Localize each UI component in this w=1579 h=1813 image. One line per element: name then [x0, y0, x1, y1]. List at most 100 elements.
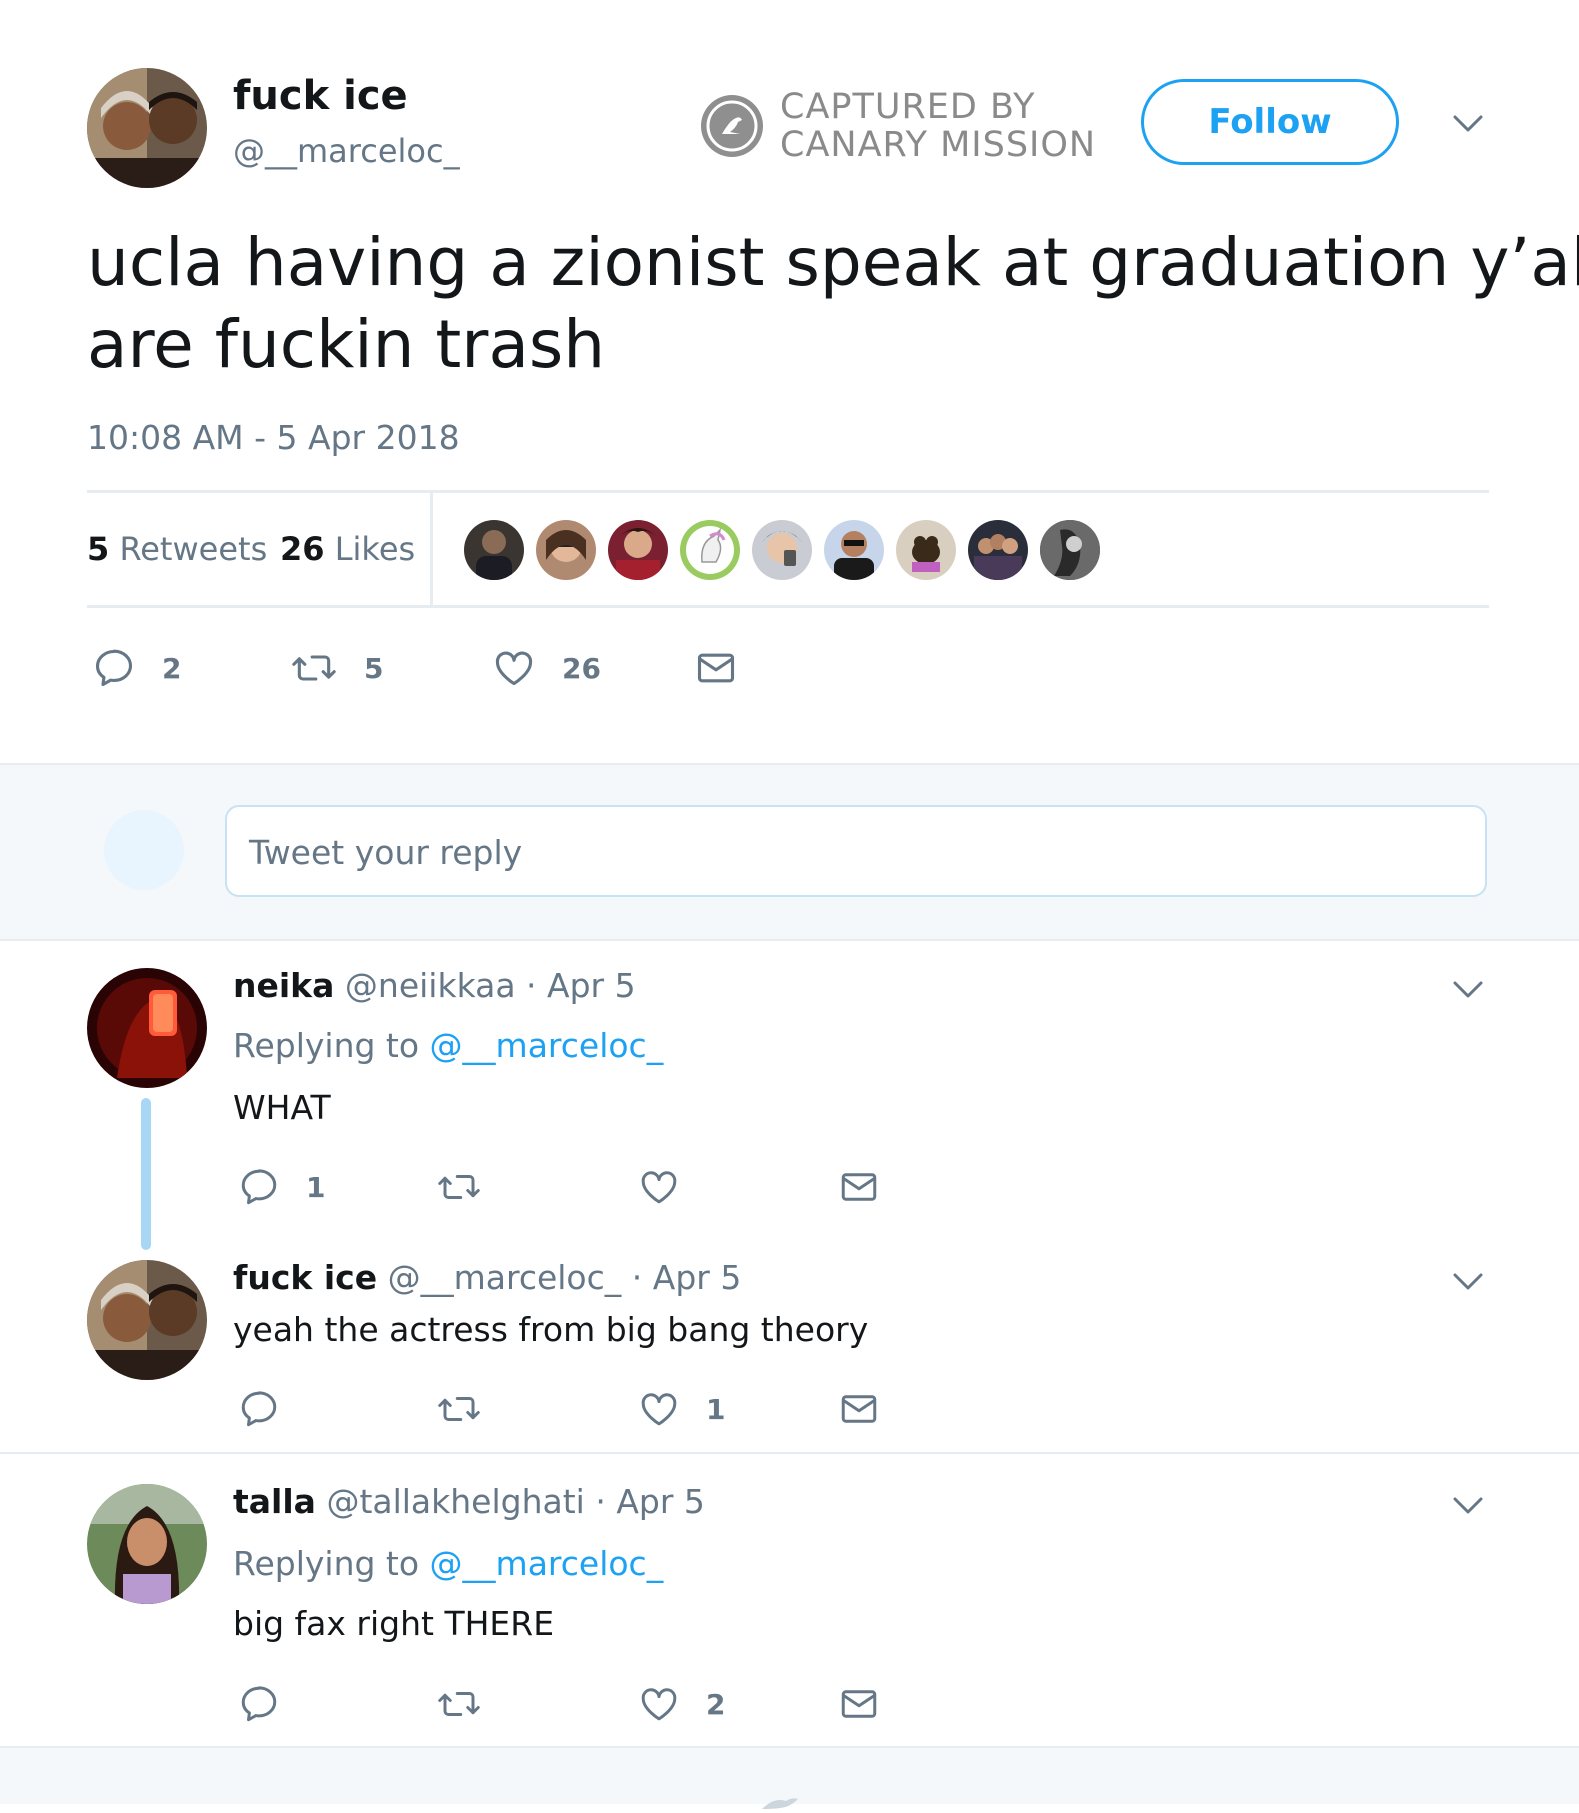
envelope-icon — [694, 646, 738, 690]
reply-input-placeholder: Tweet your reply — [249, 833, 523, 872]
chevron-down-icon[interactable] — [1452, 114, 1484, 138]
tweet-text-line2: are fuckin trash — [87, 306, 606, 383]
direct-message-button[interactable] — [838, 1683, 880, 1725]
retweets-stat-count: 5 — [87, 530, 110, 568]
author-handle[interactable]: @__marceloc_ — [233, 133, 460, 169]
like-button[interactable]: 1 — [638, 1388, 725, 1430]
reply-header: fuck ice @__marceloc_ · Apr 5 — [233, 1258, 741, 1297]
canary-mission-watermark: CAPTURED BY CANARY MISSION — [700, 86, 1120, 170]
reply-count: 1 — [306, 1170, 326, 1204]
liker-avatar[interactable] — [968, 520, 1028, 580]
replying-to-link[interactable]: @__marceloc_ — [430, 1026, 664, 1065]
like-count: 1 — [706, 1392, 726, 1426]
reply-text: big fax right THERE — [233, 1604, 555, 1643]
bird-icon — [760, 1794, 800, 1813]
author-avatar[interactable] — [87, 68, 207, 188]
liker-avatars — [464, 520, 1104, 580]
direct-message-button[interactable] — [838, 1166, 880, 1208]
direct-message-button[interactable] — [838, 1388, 880, 1430]
liker-avatar[interactable] — [464, 520, 524, 580]
follow-button-label: Follow — [1208, 102, 1332, 142]
retweet-icon — [290, 646, 338, 690]
reply-date[interactable]: · Apr 5 — [526, 966, 636, 1005]
envelope-icon — [838, 1166, 880, 1208]
reply-date[interactable]: · Apr 5 — [632, 1258, 742, 1297]
tweet-text: ucla having a zionist speak at graduatio… — [87, 222, 1579, 386]
retweet-icon — [436, 1166, 482, 1208]
stats-separator — [430, 493, 433, 605]
reply-avatar-author[interactable] — [87, 1260, 207, 1380]
reply-icon — [238, 1683, 280, 1725]
like-button[interactable]: 26 — [492, 646, 601, 690]
envelope-icon — [838, 1683, 880, 1725]
reply-date[interactable]: · Apr 5 — [595, 1482, 705, 1521]
likes-stat[interactable]: 26 Likes — [280, 530, 415, 568]
like-button[interactable]: 2 — [638, 1683, 725, 1725]
chevron-down-icon[interactable] — [1452, 1496, 1484, 1520]
heart-icon — [638, 1388, 680, 1430]
liker-avatar[interactable] — [896, 520, 956, 580]
replying-to-link[interactable]: @__marceloc_ — [430, 1544, 664, 1583]
reply-author-handle[interactable]: @neiikkaa — [345, 966, 516, 1005]
reply-count: 2 — [162, 651, 182, 685]
follow-button[interactable]: Follow — [1141, 79, 1399, 165]
likes-stat-count: 26 — [280, 530, 325, 568]
like-count: 26 — [562, 651, 601, 685]
watermark-line1: CAPTURED BY — [780, 87, 1036, 127]
reply-avatar-talla[interactable] — [87, 1484, 207, 1604]
stats-top-border — [87, 490, 1489, 493]
retweet-button[interactable] — [436, 1388, 508, 1430]
retweet-button[interactable] — [436, 1166, 508, 1208]
current-user-avatar — [104, 810, 184, 890]
retweet-icon — [436, 1388, 482, 1430]
liker-avatar[interactable] — [1040, 520, 1100, 580]
reply-header: talla @tallakhelghati · Apr 5 — [233, 1482, 705, 1521]
canary-logo-icon — [700, 94, 764, 158]
replying-to: Replying to @__marceloc_ — [233, 1544, 663, 1583]
page-footer — [0, 1746, 1579, 1809]
thread-connector-line — [141, 1098, 151, 1250]
reply-button[interactable]: 2 — [92, 646, 181, 690]
heart-icon — [492, 646, 536, 690]
stats-bottom-border — [87, 605, 1489, 608]
reply-author-handle[interactable]: @__marceloc_ — [388, 1258, 622, 1297]
like-count: 2 — [706, 1687, 726, 1721]
reply-author-handle[interactable]: @tallakhelghati — [326, 1482, 584, 1521]
author-name[interactable]: fuck ice — [233, 74, 408, 118]
retweet-icon — [436, 1683, 482, 1725]
retweet-button[interactable]: 5 — [290, 646, 383, 690]
reply-input[interactable]: Tweet your reply — [225, 805, 1487, 897]
reply-author-name[interactable]: fuck ice — [233, 1258, 377, 1297]
reply-icon — [238, 1388, 280, 1430]
tweet-timestamp[interactable]: 10:08 AM - 5 Apr 2018 — [87, 418, 460, 457]
reply-avatar-neika[interactable] — [87, 968, 207, 1088]
direct-message-button[interactable] — [694, 646, 738, 690]
replying-to-prefix: Replying to — [233, 1544, 420, 1583]
liker-avatar[interactable] — [752, 520, 812, 580]
retweets-stat[interactable]: 5 Retweets — [87, 530, 267, 568]
reply-author-name[interactable]: neika — [233, 966, 334, 1005]
retweet-button[interactable] — [436, 1683, 508, 1725]
heart-icon — [638, 1683, 680, 1725]
retweets-stat-label: Retweets — [119, 530, 268, 568]
tweet-text-line1: ucla having a zionist speak at graduatio… — [87, 224, 1579, 301]
reply-author-name[interactable]: talla — [233, 1482, 316, 1521]
watermark-line2: CANARY MISSION — [780, 125, 1097, 165]
liker-avatar[interactable] — [536, 520, 596, 580]
reply-button[interactable] — [238, 1683, 306, 1725]
reply-icon — [92, 646, 136, 690]
replying-to: Replying to @__marceloc_ — [233, 1026, 663, 1065]
reply-button[interactable] — [238, 1388, 306, 1430]
liker-avatar[interactable] — [680, 520, 740, 580]
chevron-down-icon[interactable] — [1452, 1272, 1484, 1296]
reply-button[interactable]: 1 — [238, 1166, 325, 1208]
retweet-count: 5 — [364, 651, 384, 685]
like-button[interactable] — [638, 1166, 706, 1208]
heart-icon — [638, 1166, 680, 1208]
liker-avatar[interactable] — [608, 520, 668, 580]
reply-divider — [0, 1452, 1579, 1454]
reply-composer: Tweet your reply — [0, 763, 1579, 941]
chevron-down-icon[interactable] — [1452, 980, 1484, 1004]
liker-avatar[interactable] — [824, 520, 884, 580]
envelope-icon — [838, 1388, 880, 1430]
